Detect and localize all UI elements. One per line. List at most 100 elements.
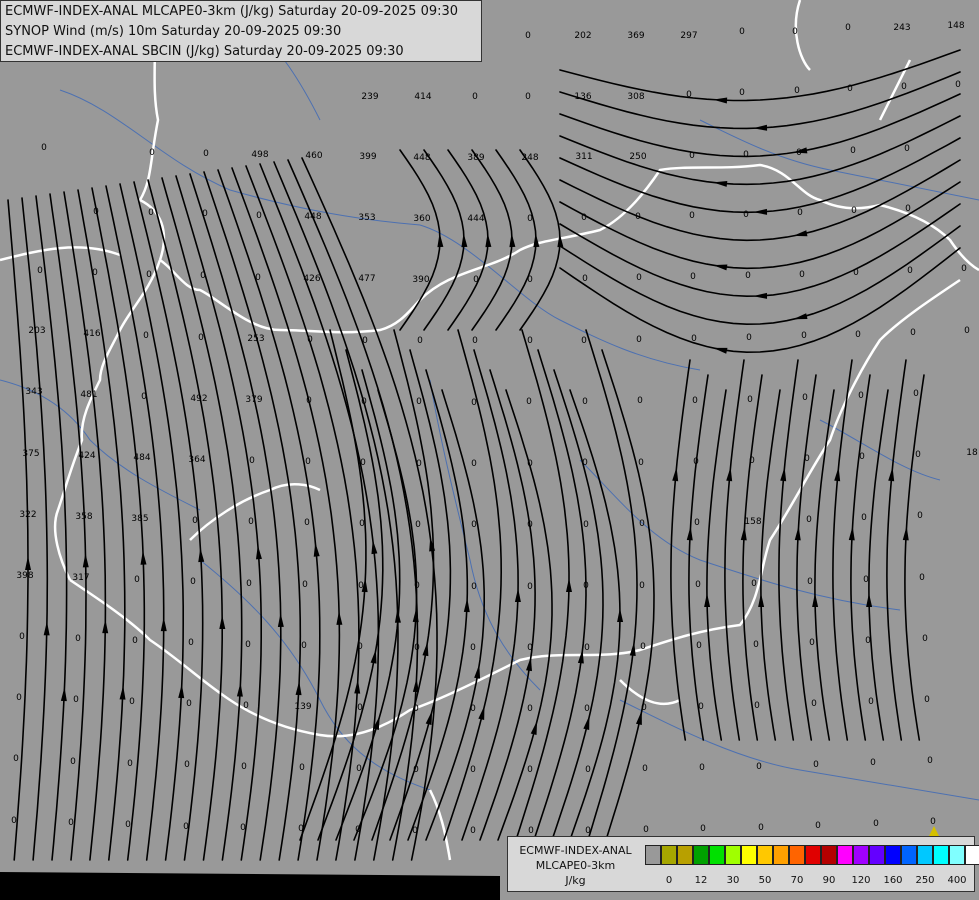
cape-value: 0 bbox=[739, 27, 745, 37]
cape-value: 0 bbox=[470, 826, 476, 836]
cape-value: 0 bbox=[470, 765, 476, 775]
cape-value: 243 bbox=[893, 23, 910, 33]
cape-value: 0 bbox=[582, 274, 588, 284]
cape-value: 0 bbox=[927, 756, 933, 766]
cape-value: 0 bbox=[527, 336, 533, 346]
cape-value: 0 bbox=[472, 92, 478, 102]
cape-value: 0 bbox=[799, 270, 805, 280]
legend-tick-label: 70 bbox=[790, 875, 804, 886]
cape-value: 0 bbox=[851, 206, 857, 216]
cape-value: 0 bbox=[811, 699, 817, 709]
cape-value: 369 bbox=[627, 31, 644, 41]
cape-value: 0 bbox=[794, 86, 800, 96]
cape-value: 0 bbox=[901, 82, 907, 92]
cape-value: 0 bbox=[756, 762, 762, 772]
cape-value: 0 bbox=[417, 336, 423, 346]
cape-value: 0 bbox=[143, 331, 149, 341]
cape-value: 389 bbox=[467, 153, 484, 163]
cape-value: 0 bbox=[527, 582, 533, 592]
cape-value: 0 bbox=[868, 697, 874, 707]
cape-value: 0 bbox=[243, 701, 249, 711]
cape-value: 0 bbox=[245, 640, 251, 650]
cape-value: 0 bbox=[809, 638, 815, 648]
cape-value: 444 bbox=[467, 214, 484, 224]
cape-value: 360 bbox=[413, 214, 430, 224]
legend-tick-label: 120 bbox=[851, 875, 871, 886]
cape-value: 448 bbox=[413, 153, 430, 163]
cape-value: 0 bbox=[526, 397, 532, 407]
title-synop-wind: SYNOP Wind (m/s) 10m Saturday 20-09-2025… bbox=[5, 24, 342, 39]
cape-value: 0 bbox=[802, 393, 808, 403]
cape-value: 0 bbox=[302, 580, 308, 590]
legend-tick-label: 400 bbox=[947, 875, 967, 886]
cape-value: 0 bbox=[855, 330, 861, 340]
cape-value: 311 bbox=[575, 152, 592, 162]
cape-value: 385 bbox=[131, 514, 148, 524]
legend-swatch bbox=[645, 845, 661, 865]
cape-value: 0 bbox=[964, 326, 970, 336]
cape-value: 0 bbox=[192, 516, 198, 526]
cape-value: 0 bbox=[73, 695, 79, 705]
no-data-area bbox=[0, 872, 500, 900]
cape-value: 0 bbox=[692, 396, 698, 406]
cape-value: 0 bbox=[304, 518, 310, 528]
cape-value: 0 bbox=[751, 579, 757, 589]
cape-value: 0 bbox=[525, 31, 531, 41]
cape-value: 0 bbox=[639, 581, 645, 591]
legend-swatch bbox=[917, 845, 933, 865]
cape-value: 0 bbox=[807, 577, 813, 587]
cape-value: 0 bbox=[845, 23, 851, 33]
cape-value: 0 bbox=[904, 144, 910, 154]
legend-title: ECMWF-INDEX-ANAL MLCAPE0-3km J/kg bbox=[508, 843, 643, 888]
cape-value: 0 bbox=[470, 643, 476, 653]
cape-value: 0 bbox=[922, 634, 928, 644]
cape-value: 308 bbox=[627, 92, 644, 102]
cape-value: 399 bbox=[359, 152, 376, 162]
legend-swatch bbox=[869, 845, 885, 865]
cape-value: 0 bbox=[256, 211, 262, 221]
cape-value: 0 bbox=[149, 148, 155, 158]
cape-value: 0 bbox=[695, 580, 701, 590]
cape-value: 0 bbox=[792, 27, 798, 37]
cape-value: 0 bbox=[37, 266, 43, 276]
cape-value: 0 bbox=[132, 636, 138, 646]
legend-swatch bbox=[725, 845, 741, 865]
cape-value: 0 bbox=[747, 395, 753, 405]
legend-swatch bbox=[837, 845, 853, 865]
cape-value: 0 bbox=[584, 643, 590, 653]
cape-value: 0 bbox=[905, 204, 911, 214]
cape-value: 0 bbox=[472, 336, 478, 346]
cape-value: 158 bbox=[744, 517, 761, 527]
cape-value: 0 bbox=[746, 333, 752, 343]
cape-value: 0 bbox=[585, 765, 591, 775]
cape-value: 250 bbox=[629, 152, 646, 162]
cape-value: 0 bbox=[75, 634, 81, 644]
cape-value: 0 bbox=[19, 632, 25, 642]
cape-value: 0 bbox=[134, 575, 140, 585]
cape-value: 0 bbox=[70, 757, 76, 767]
cape-value: 0 bbox=[198, 333, 204, 343]
legend-swatch bbox=[661, 845, 677, 865]
cape-value: 0 bbox=[184, 760, 190, 770]
color-legend: ECMWF-INDEX-ANAL MLCAPE0-3km J/kg 0 12 30 5… bbox=[507, 836, 979, 892]
cape-value: 0 bbox=[643, 825, 649, 835]
cape-value: 0 bbox=[528, 826, 534, 836]
cape-value: 0 bbox=[415, 520, 421, 530]
cape-value: 0 bbox=[186, 699, 192, 709]
cape-value: 0 bbox=[148, 208, 154, 218]
cape-value: 0 bbox=[850, 146, 856, 156]
legend-swatches bbox=[645, 845, 979, 865]
cape-value: 0 bbox=[41, 143, 47, 153]
legend-ticks: 0 12 30 50 70 90 120 160 250 400 bbox=[645, 875, 975, 889]
cape-value: 0 bbox=[873, 819, 879, 829]
cape-value: 0 bbox=[797, 208, 803, 218]
cape-value: 0 bbox=[246, 579, 252, 589]
cape-value: 0 bbox=[758, 823, 764, 833]
cape-value: 0 bbox=[815, 821, 821, 831]
legend-tick-label: 50 bbox=[758, 875, 772, 886]
legend-swatch bbox=[901, 845, 917, 865]
cape-value: 0 bbox=[527, 704, 533, 714]
legend-swatch bbox=[965, 845, 979, 865]
legend-parameter: MLCAPE0-3km bbox=[535, 859, 616, 872]
cape-value: 0 bbox=[930, 817, 936, 827]
